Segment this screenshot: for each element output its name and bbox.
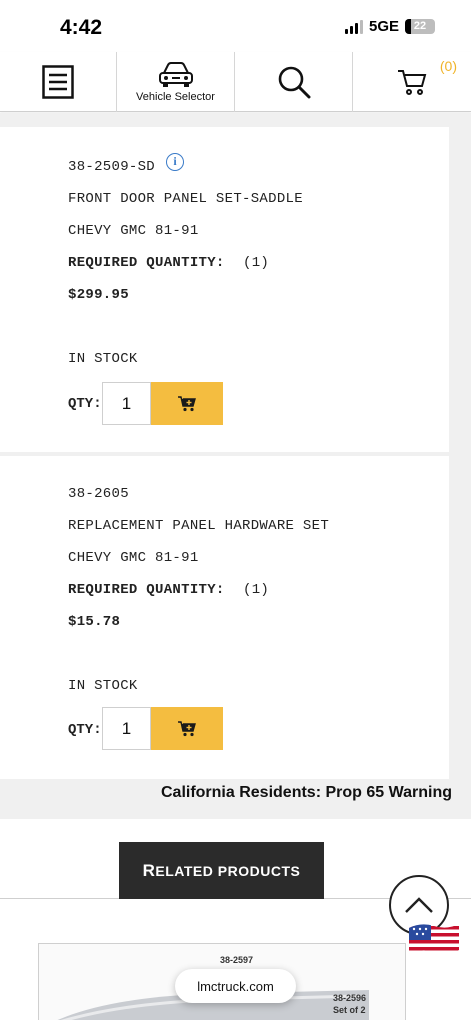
required-quantity-label: REQUIRED QUANTITY: <box>68 582 225 598</box>
add-to-cart-button[interactable] <box>151 707 223 750</box>
prop65-warning-link[interactable]: California Residents: Prop 65 Warning <box>161 784 452 802</box>
product-card: 38-2605 REPLACEMENT PANEL HARDWARE SET C… <box>0 456 449 779</box>
product-list: 38-2509-SD i FRONT DOOR PANEL SET-SADDLE… <box>0 113 471 819</box>
product-name[interactable]: REPLACEMENT PANEL HARDWARE SET <box>68 518 329 534</box>
search-button[interactable] <box>235 52 353 112</box>
menu-button[interactable] <box>0 52 117 112</box>
network-label: 5GE <box>368 18 399 35</box>
quantity-input[interactable]: 1 <box>102 382 151 425</box>
qty-label: QTY: <box>68 396 102 412</box>
add-to-cart-button[interactable] <box>151 382 223 425</box>
status-bar: 4:42 5GE 22 <box>0 0 471 52</box>
top-nav-bar: Vehicle Selector (0) <box>0 52 471 112</box>
related-products-rest: ELATED PRODUCTS <box>155 862 301 879</box>
add-to-cart-icon <box>178 395 196 411</box>
battery-level: 22 <box>413 20 427 32</box>
product-name[interactable]: FRONT DOOR PANEL SET-SADDLE <box>68 191 303 207</box>
add-to-cart-icon <box>178 720 196 736</box>
image-label: 38-2597 <box>220 955 254 965</box>
us-flag-icon[interactable] <box>407 920 461 963</box>
quantity-input[interactable]: 1 <box>102 707 151 750</box>
vehicle-selector-button[interactable]: Vehicle Selector <box>117 52 235 112</box>
info-icon[interactable]: i <box>166 153 184 171</box>
vehicle-selector-label: Vehicle Selector <box>136 91 215 103</box>
related-products-tab[interactable]: R ELATED PRODUCTS <box>119 842 324 899</box>
related-products-initial: R <box>142 860 156 880</box>
required-quantity-value: (1) <box>243 255 270 271</box>
chevron-up-icon <box>405 897 433 913</box>
signal-icon <box>344 19 363 34</box>
product-sku: 38-2605 <box>68 486 129 502</box>
cart-count-badge: (0) <box>439 58 457 74</box>
cart-button[interactable]: (0) <box>353 52 471 112</box>
cart-icon <box>398 70 427 95</box>
required-quantity-value: (1) <box>243 582 270 598</box>
image-label: Set of 2 <box>333 1005 366 1015</box>
product-fitment: CHEVY GMC 81-91 <box>68 223 199 239</box>
status-time: 4:42 <box>60 16 103 39</box>
browser-url-pill[interactable]: lmctruck.com <box>175 969 296 1003</box>
search-icon <box>278 66 310 99</box>
qty-label: QTY: <box>68 722 102 738</box>
status-indicators: 5GE 22 <box>344 18 435 35</box>
product-card: 38-2509-SD i FRONT DOOR PANEL SET-SADDLE… <box>0 127 449 452</box>
battery-icon: 22 <box>405 19 435 34</box>
product-fitment: CHEVY GMC 81-91 <box>68 550 199 566</box>
stock-status: IN STOCK <box>68 678 138 694</box>
required-quantity-label: REQUIRED QUANTITY: <box>68 255 225 271</box>
hamburger-menu-icon <box>42 65 74 99</box>
stock-status: IN STOCK <box>68 351 138 367</box>
product-sku: 38-2509-SD <box>68 159 156 175</box>
image-label: 38-2596 <box>333 993 367 1003</box>
car-icon <box>158 62 193 87</box>
product-price: $299.95 <box>68 287 129 303</box>
product-price: $15.78 <box>68 614 121 630</box>
